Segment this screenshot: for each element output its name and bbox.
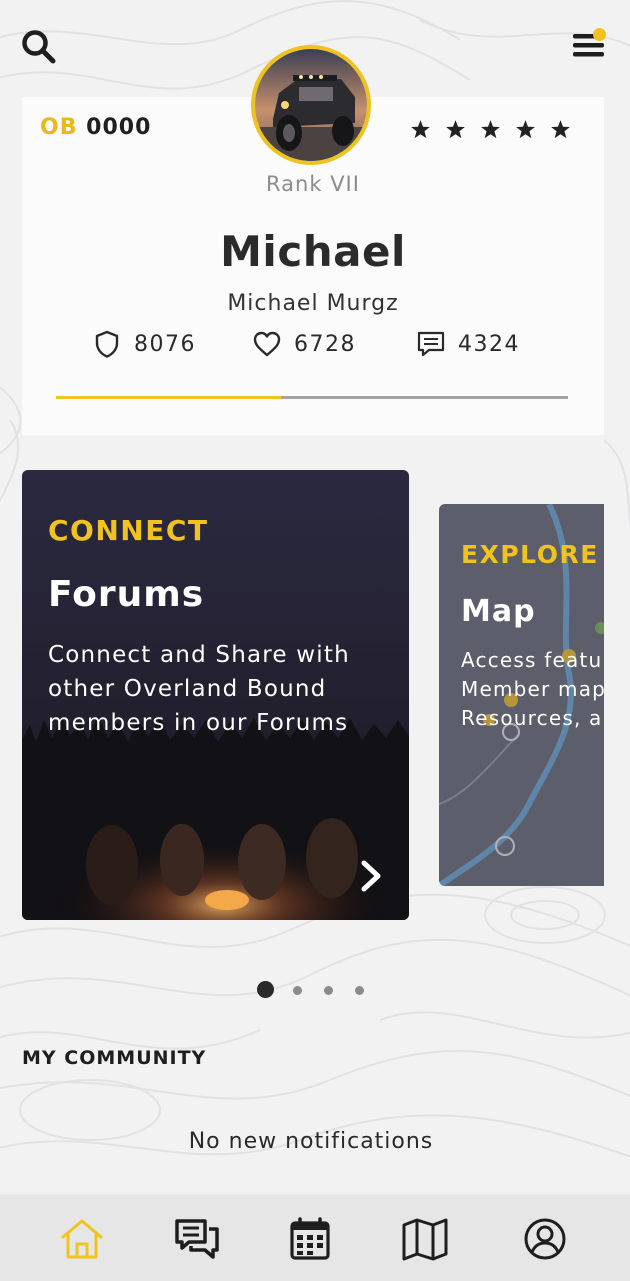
rating-stars: [408, 117, 573, 142]
pager-dot-active[interactable]: [257, 981, 274, 998]
chevron-right-icon[interactable]: [356, 858, 386, 894]
calendar-icon: [290, 1217, 330, 1260]
stat-likes: 6728: [252, 329, 356, 359]
nav-map-tab[interactable]: [401, 1216, 449, 1262]
heart-icon: [253, 331, 281, 357]
comment-icon: [417, 331, 445, 357]
star-icon: [481, 120, 500, 139]
forums-icon: [175, 1219, 219, 1259]
nav-profile-tab[interactable]: [521, 1216, 569, 1262]
rank-progress-bar: [56, 396, 568, 399]
display-name: Michael: [220, 227, 406, 276]
rank-progress-fill: [56, 396, 282, 399]
member-id: OB 0000: [40, 115, 151, 140]
shield-icon: [95, 330, 119, 358]
forums-card-description: Connect and Share with other Overland Bo…: [48, 642, 350, 736]
map-card[interactable]: EXPLORE Map Access featu Member map Reso…: [439, 504, 604, 886]
no-notifications-message: No new notifications: [188, 1129, 434, 1154]
pager-dot[interactable]: [293, 986, 302, 995]
notification-dot: [593, 28, 606, 41]
member-id-number: 0000: [86, 115, 152, 140]
map-card-description-line: Member map: [461, 677, 604, 701]
avatar-vehicle-image: [255, 49, 367, 161]
community-section-title: MY COMMUNITY: [22, 1047, 207, 1069]
map-card-eyebrow: EXPLORE: [461, 540, 599, 569]
star-icon: [411, 120, 430, 139]
nav-forums-tab[interactable]: [173, 1216, 221, 1262]
rank-label: Rank VII: [266, 172, 360, 196]
stat-points-value: 8076: [134, 331, 196, 357]
profile-stats: 8076 6728 4324: [22, 329, 604, 363]
stat-comments-value: 4324: [458, 331, 520, 357]
star-icon: [516, 120, 535, 139]
forums-card[interactable]: CONNECT Forums Connect and Share with ot…: [22, 470, 409, 920]
home-icon: [61, 1219, 103, 1259]
search-button[interactable]: [20, 28, 58, 66]
avatar[interactable]: [251, 45, 371, 165]
map-card-description: Access featu Member map Resources, a: [461, 646, 604, 733]
bottom-navigation: [0, 1194, 630, 1281]
nav-calendar-tab[interactable]: [286, 1216, 334, 1262]
stat-likes-value: 6728: [294, 331, 356, 357]
member-id-prefix: OB: [40, 115, 78, 140]
stat-points: 8076: [92, 329, 196, 359]
star-icon: [446, 120, 465, 139]
star-icon: [551, 120, 570, 139]
full-name: Michael Murgz: [227, 291, 399, 316]
pager-dot[interactable]: [355, 986, 364, 995]
forums-card-eyebrow: CONNECT: [48, 514, 209, 547]
profile-icon: [524, 1218, 566, 1260]
stat-comments: 4324: [416, 329, 520, 359]
map-card-title: Map: [461, 594, 536, 629]
nav-home-tab[interactable]: [58, 1216, 106, 1262]
carousel-pager: [0, 980, 630, 1000]
pager-dot[interactable]: [324, 986, 333, 995]
map-card-description-line: Access featu: [461, 648, 603, 672]
search-icon: [22, 30, 56, 64]
map-icon: [402, 1218, 448, 1261]
map-card-description-line: Resources, a: [461, 706, 603, 730]
forums-card-title: Forums: [48, 574, 205, 615]
